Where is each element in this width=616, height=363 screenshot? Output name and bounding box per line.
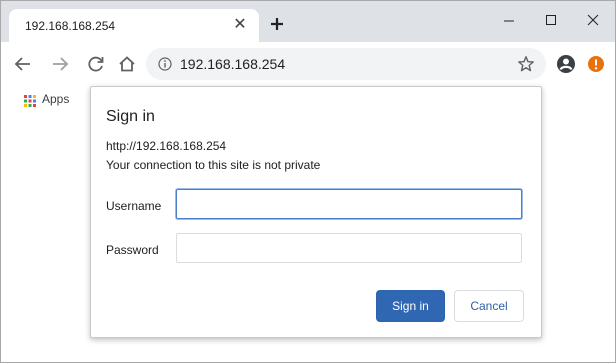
- profile-icon[interactable]: [556, 54, 576, 74]
- password-label: Password: [106, 243, 159, 257]
- maximize-icon[interactable]: [531, 9, 571, 33]
- address-bar[interactable]: 192.168.168.254: [146, 48, 546, 80]
- close-icon[interactable]: ✕: [231, 16, 249, 34]
- tab-title: 192.168.168.254: [25, 19, 116, 33]
- new-tab-icon[interactable]: [268, 15, 286, 33]
- dialog-message: Your connection to this site is not priv…: [106, 158, 321, 172]
- dialog-url: http://192.168.168.254: [106, 139, 227, 153]
- browser-toolbar: 192.168.168.254: [1, 42, 615, 86]
- cancel-button[interactable]: Cancel: [454, 290, 524, 322]
- sign-in-dialog: Sign in http://192.168.168.254 Your conn…: [90, 86, 542, 338]
- username-label: Username: [106, 199, 162, 213]
- apps-bookmark[interactable]: Apps: [42, 92, 69, 106]
- address-text[interactable]: 192.168.168.254: [180, 56, 285, 72]
- username-input[interactable]: [176, 189, 522, 219]
- back-arrow-icon[interactable]: [12, 53, 34, 75]
- reload-icon[interactable]: [85, 53, 107, 75]
- sign-in-button[interactable]: Sign in: [376, 290, 445, 322]
- tab-strip: 192.168.168.254 ✕: [1, 1, 615, 42]
- dialog-title: Sign in: [106, 108, 155, 125]
- info-icon[interactable]: [158, 57, 172, 71]
- star-icon[interactable]: [517, 55, 535, 73]
- minimize-icon[interactable]: [489, 9, 529, 33]
- update-alert-icon[interactable]: [587, 55, 605, 73]
- browser-tab[interactable]: 192.168.168.254 ✕: [9, 9, 259, 42]
- password-input[interactable]: [176, 233, 522, 263]
- apps-grid-icon[interactable]: [24, 94, 36, 107]
- browser-window: 192.168.168.254 ✕ 192.168.168.254 Apps S…: [0, 0, 616, 363]
- forward-arrow-icon[interactable]: [49, 53, 71, 75]
- window-close-icon[interactable]: [573, 9, 613, 33]
- home-icon[interactable]: [116, 53, 138, 75]
